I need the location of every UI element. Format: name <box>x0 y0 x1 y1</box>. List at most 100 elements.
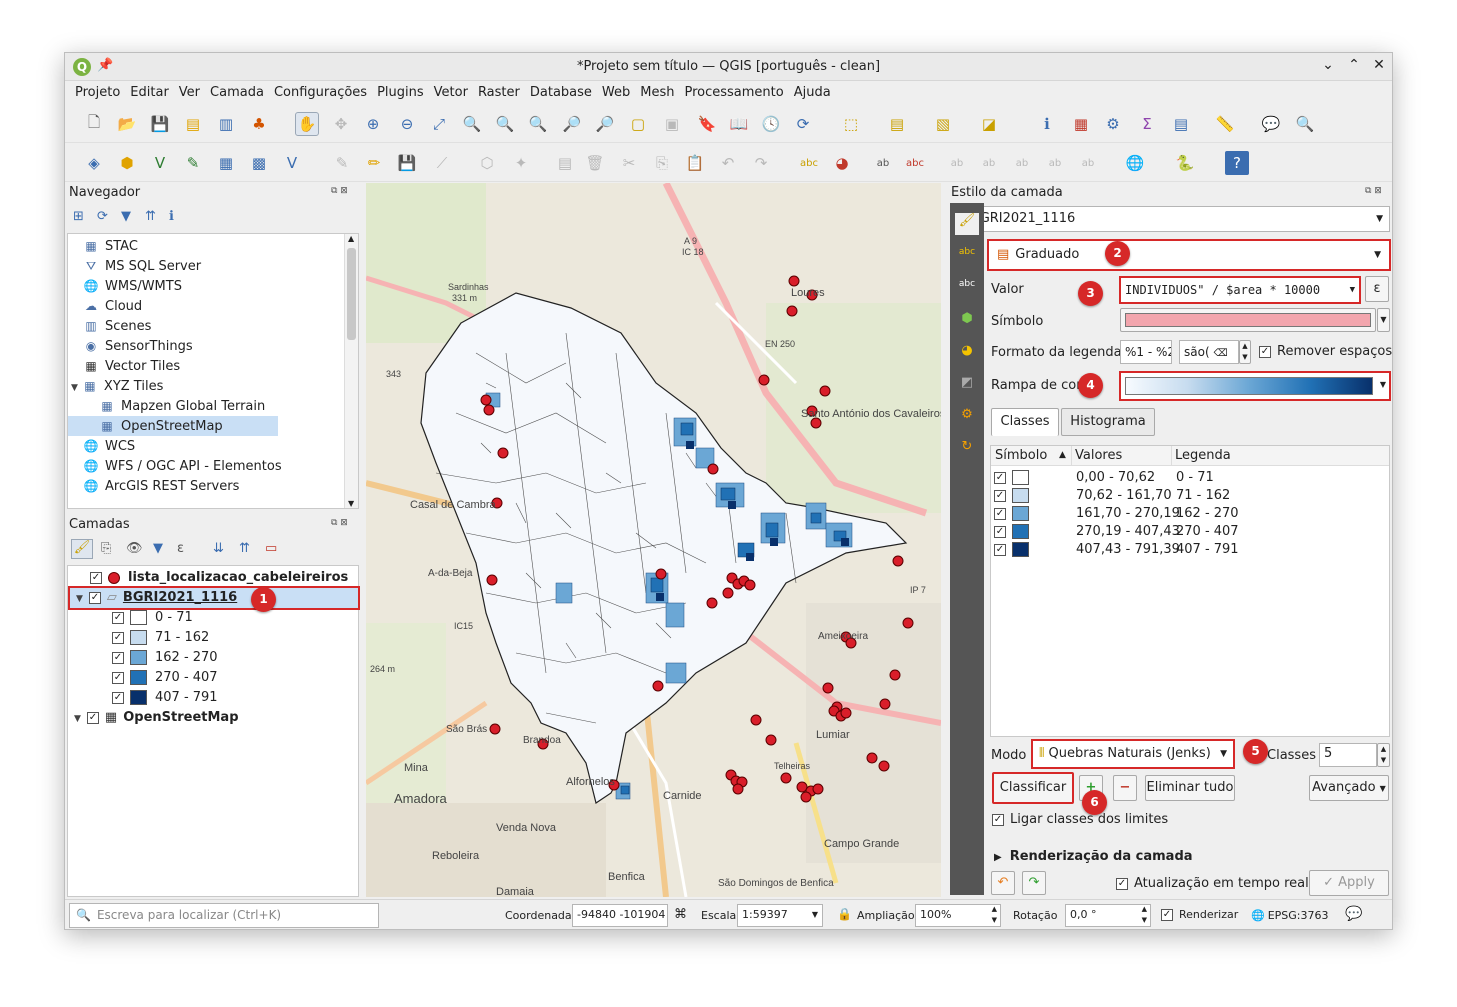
new-print-layout-icon[interactable]: ▤ <box>181 112 205 136</box>
classes-count-field[interactable]: 5 <box>1319 743 1377 767</box>
digitize-line-icon[interactable]: ⟋ <box>430 151 454 175</box>
refresh-icon[interactable]: ⟳ <box>97 209 108 224</box>
layers-tree[interactable]: ✓ lista_localizacao_cabeleireiros ▼ ✓ ▱ BGRI… <box>67 565 360 897</box>
add-selected-icon[interactable]: ⊞ <box>73 209 84 224</box>
change-label-icon[interactable]: ab <box>1010 151 1034 175</box>
layers-dock-buttons[interactable]: ⧉ ⊠ <box>331 518 348 528</box>
class-row-3[interactable]: ✓ 270,19 - 407,43 270 - 407 <box>994 522 1384 542</box>
class-swatch[interactable] <box>1012 542 1029 557</box>
menu-camada[interactable]: Camada <box>205 81 269 100</box>
link-boundaries-checkbox[interactable]: ✓ <box>992 813 1004 826</box>
layer-bgri2021[interactable]: ▼ ✓ ▱ BGRI2021_1116 <box>68 586 360 610</box>
zoom-layer-icon[interactable]: 🔍 <box>493 112 517 136</box>
class-visibility-checkbox[interactable]: ✓ <box>112 651 124 664</box>
temporal-controller-icon[interactable]: 🕓 <box>759 112 783 136</box>
menu-raster[interactable]: Raster <box>473 81 525 100</box>
3d-view-tab-icon[interactable]: ⬢ <box>955 311 979 333</box>
class-row-1[interactable]: ✓ 70,62 - 161,70 71 - 162 <box>994 486 1384 506</box>
precision-spinner[interactable]: ▲ ▼ <box>1239 340 1251 364</box>
lock-scale-icon[interactable]: 🔒 <box>837 907 852 921</box>
minimize-icon[interactable]: ⌄ <box>1318 57 1338 73</box>
redo-icon[interactable]: ↷ <box>749 151 773 175</box>
close-icon[interactable]: ✕ <box>1369 57 1389 73</box>
menu-ajuda[interactable]: Ajuda <box>789 81 836 100</box>
nav-item-wms[interactable]: 🌐 WMS/WMTS <box>83 276 182 296</box>
cut-icon[interactable]: ✂ <box>617 151 641 175</box>
nav-item-vector-tiles[interactable]: ▦ Vector Tiles <box>83 356 180 376</box>
menu-plugins[interactable]: Plugins <box>372 81 429 100</box>
rotation-spinner[interactable]: ▲ ▼ <box>1142 905 1147 926</box>
move-label-icon[interactable]: ab <box>945 151 969 175</box>
legend-class-1[interactable]: ✓ 71 - 162 <box>112 628 209 648</box>
remove-class-icon[interactable]: − <box>1113 775 1137 801</box>
new-project-icon[interactable]: 🗋 <box>82 112 106 136</box>
expand-all-icon[interactable]: ⇊ <box>213 541 224 556</box>
maximize-icon[interactable]: ⌃ <box>1344 57 1364 73</box>
class-checkbox[interactable]: ✓ <box>994 525 1006 538</box>
label-icon[interactable]: abc <box>797 151 821 175</box>
open-table-icon[interactable]: ▤ <box>1169 112 1193 136</box>
menu-processamento[interactable]: Processamento <box>679 81 788 100</box>
expand-arrow-icon[interactable]: ▼ <box>71 383 78 393</box>
delete-all-button[interactable]: Eliminar tudo <box>1145 775 1235 801</box>
magnifier-field[interactable]: 100% ▲ ▼ <box>915 904 1001 927</box>
masks-tab-icon[interactable]: abc <box>955 279 979 301</box>
locator-search-input[interactable]: 🔍 Escreva para localizar (Ctrl+K) <box>69 903 379 928</box>
color-ramp-combo[interactable]: ▼ <box>1119 371 1391 401</box>
nav-item-wfs[interactable]: 🌐 WFS / OGC API - Elementos <box>83 456 282 476</box>
show-hide-labels-icon[interactable]: abc <box>903 151 927 175</box>
filter-legend-icon[interactable]: ▼ <box>153 541 163 556</box>
symbol-dropdown-icon[interactable]: ▼ <box>1377 308 1390 332</box>
render-option[interactable]: ✓ Renderizar <box>1161 908 1238 921</box>
nav-item-scenes[interactable]: ▥ Scenes <box>83 316 151 336</box>
precision-field[interactable]: são( ⌫ <box>1179 340 1239 364</box>
diagram-icon[interactable]: ◕ <box>830 151 854 175</box>
layer-visibility-checkbox[interactable]: ✓ <box>86 711 99 724</box>
deselect-icon[interactable]: ▧ <box>931 112 955 136</box>
diagrams-tab-icon[interactable]: ◕ <box>955 343 979 365</box>
col-header-legend[interactable]: Legenda <box>1175 448 1231 463</box>
class-swatch[interactable] <box>1012 524 1029 539</box>
locate-icon[interactable]: 🔍 <box>1293 112 1317 136</box>
menu-vetor[interactable]: Vetor <box>429 81 473 100</box>
digitize-icon[interactable]: ✎ <box>181 151 205 175</box>
quickosm-icon[interactable]: 🌐 <box>1123 151 1147 175</box>
legend-class-0[interactable]: ✓ 0 - 71 <box>112 608 193 628</box>
pin-labels-icon[interactable]: ab <box>871 151 895 175</box>
col-header-values[interactable]: Valores <box>1075 448 1122 463</box>
zoom-next-icon[interactable]: 🔎 <box>593 112 617 136</box>
class-visibility-checkbox[interactable]: ✓ <box>112 671 124 684</box>
scale-field[interactable]: 1:59397 ▼ <box>737 904 823 927</box>
data-source-manager-icon[interactable]: ◈ <box>82 151 106 175</box>
history-tab-icon[interactable]: ↻ <box>955 439 979 461</box>
label-properties-icon[interactable]: ab <box>1043 151 1067 175</box>
edits-icon[interactable]: ✎ <box>330 151 354 175</box>
legend-class-3[interactable]: ✓ 270 - 407 <box>112 668 218 688</box>
expand-arrow-icon[interactable]: ▼ <box>76 594 83 604</box>
remove-spaces-checkbox[interactable]: ✓ <box>1259 345 1271 358</box>
layer-select-combo[interactable]: ▱BGRI2021_1116▼ <box>950 206 1390 232</box>
layer-openstreetmap[interactable]: ▼ ✓ ▦ OpenStreetMap <box>74 708 239 728</box>
legend-class-4[interactable]: ✓ 407 - 791 <box>112 688 218 708</box>
crs-button[interactable]: 🌐 EPSG:3763 <box>1251 909 1329 922</box>
redo-style-icon[interactable]: ↷ <box>1022 871 1046 895</box>
menu-mesh[interactable]: Mesh <box>635 81 679 100</box>
renderer-combo[interactable]: ▤ Graduado ▼ <box>987 239 1391 271</box>
symbology-tab-icon[interactable]: 🖌 <box>955 213 979 235</box>
rendering-tab-icon[interactable]: ⚙ <box>955 407 979 429</box>
class-row-0[interactable]: ✓ 0,00 - 70,62 0 - 71 <box>994 468 1384 488</box>
add-wms-icon[interactable]: V <box>280 151 304 175</box>
menu-editar[interactable]: Editar <box>125 81 174 100</box>
render-checkbox[interactable]: ✓ <box>1161 909 1173 921</box>
classify-button[interactable]: Classificar <box>992 772 1074 804</box>
new-map-view-icon[interactable]: ▢ <box>626 112 650 136</box>
python-console-icon[interactable]: 🐍 <box>1173 151 1197 175</box>
add-group-icon[interactable]: ⎘ <box>101 541 111 556</box>
class-row-4[interactable]: ✓ 407,43 - 791,39 407 - 791 <box>994 540 1384 560</box>
vertex-tool-icon[interactable]: ✦ <box>509 151 533 175</box>
tab-classes[interactable]: Classes <box>991 408 1059 436</box>
nav-item-openstreetmap[interactable]: ▦ OpenStreetMap <box>68 416 278 436</box>
apply-button[interactable]: ✓ Apply <box>1309 870 1389 896</box>
nav-item-mssql[interactable]: ⛛ MS SQL Server <box>83 256 201 276</box>
add-virtual-layer-icon[interactable]: ▦ <box>214 151 238 175</box>
